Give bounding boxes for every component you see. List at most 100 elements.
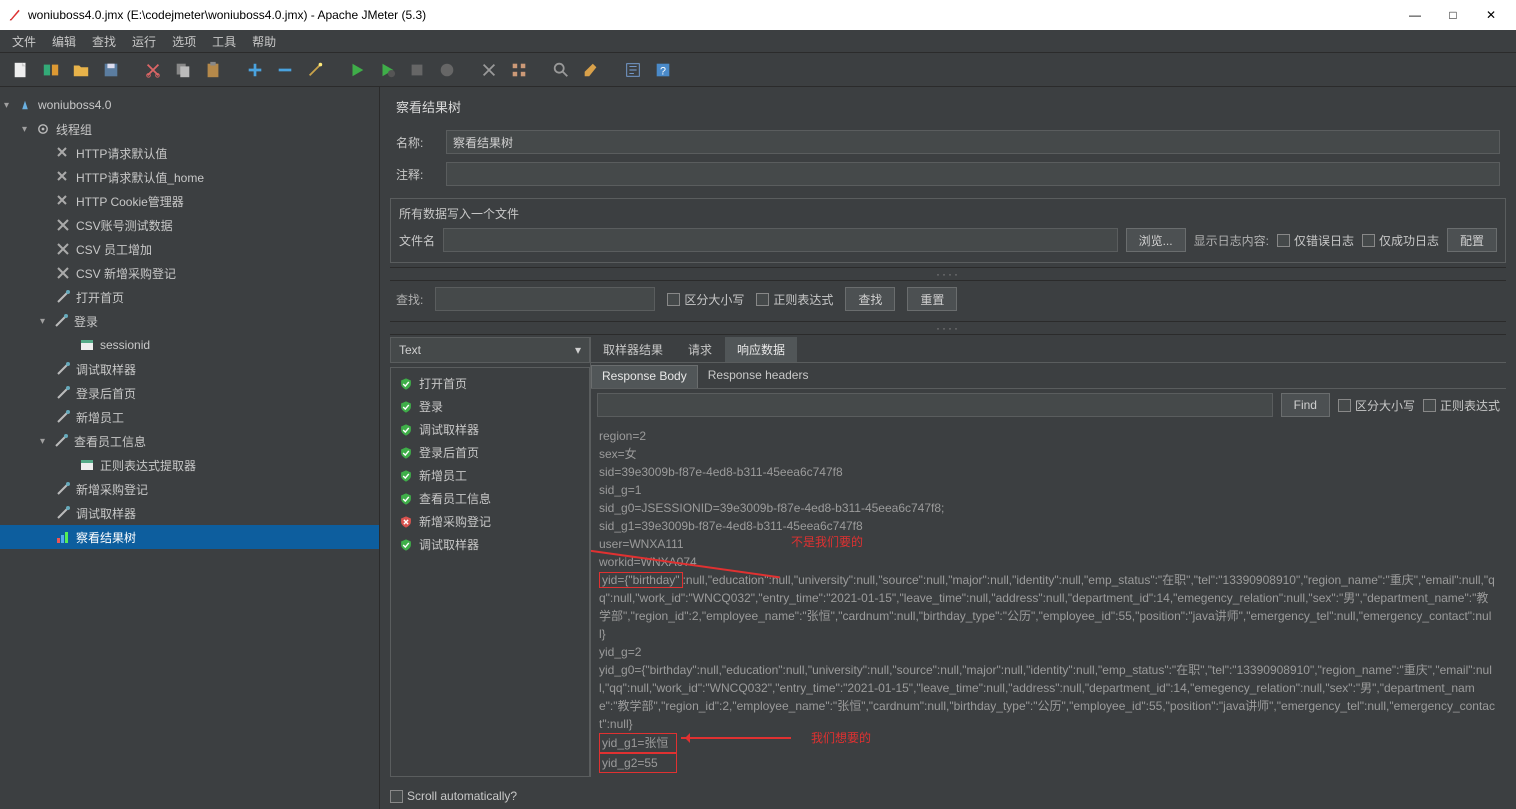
configure-button[interactable]: 配置 xyxy=(1447,228,1497,252)
tree-item[interactable]: 新增采购登记 xyxy=(0,477,379,501)
name-input[interactable] xyxy=(446,130,1500,154)
menu-search[interactable]: 查找 xyxy=(84,31,124,52)
tree-item[interactable]: CSV账号测试数据 xyxy=(0,213,379,237)
find-button[interactable]: Find xyxy=(1281,393,1330,417)
close-button[interactable]: ✕ xyxy=(1484,8,1498,22)
remove-icon[interactable] xyxy=(270,56,300,84)
tree-item[interactable]: 打开首页 xyxy=(0,285,379,309)
add-icon[interactable] xyxy=(240,56,270,84)
filename-label: 文件名 xyxy=(399,232,435,249)
broom-icon[interactable] xyxy=(576,56,606,84)
menu-options[interactable]: 选项 xyxy=(164,31,204,52)
file-output-group: 所有数据写入一个文件 文件名 浏览... 显示日志内容: 仅错误日志 仅成功日志… xyxy=(390,198,1506,263)
tab-sampler-result[interactable]: 取样器结果 xyxy=(591,337,676,362)
file-group-title: 所有数据写入一个文件 xyxy=(399,205,1497,222)
tree-item[interactable]: 调试取样器 xyxy=(0,357,379,381)
open-icon[interactable] xyxy=(66,56,96,84)
wand-icon[interactable] xyxy=(300,56,330,84)
tree-item[interactable]: 新增员工 xyxy=(0,405,379,429)
menu-edit[interactable]: 编辑 xyxy=(44,31,84,52)
cut-icon[interactable] xyxy=(138,56,168,84)
log-display-label: 显示日志内容: xyxy=(1194,232,1269,249)
maximize-button[interactable]: □ xyxy=(1446,8,1460,22)
tab-response-data[interactable]: 响应数据 xyxy=(725,337,798,362)
run-icon[interactable] xyxy=(342,56,372,84)
tree-item[interactable]: HTTP Cookie管理器 xyxy=(0,189,379,213)
tree-sessionid[interactable]: sessionid xyxy=(0,333,379,357)
copy-icon[interactable] xyxy=(168,56,198,84)
shutdown-icon[interactable] xyxy=(432,56,462,84)
collapser-bar[interactable]: ···· xyxy=(390,267,1506,281)
result-item[interactable]: 新增采购登记 xyxy=(391,510,589,533)
tree-thread-group[interactable]: ▾线程组 xyxy=(0,117,379,141)
menu-run[interactable]: 运行 xyxy=(124,31,164,52)
tab-response-body[interactable]: Response Body xyxy=(591,365,698,388)
tree-testplan[interactable]: ▾woniuboss4.0 xyxy=(0,93,379,117)
filename-input[interactable] xyxy=(443,228,1118,252)
collapser-bar[interactable]: ···· xyxy=(390,321,1506,335)
menu-help[interactable]: 帮助 xyxy=(244,31,284,52)
save-icon[interactable] xyxy=(96,56,126,84)
new-icon[interactable] xyxy=(6,56,36,84)
result-tabs-primary: 取样器结果 请求 响应数据 xyxy=(591,337,1506,363)
tree-view-results-tree[interactable]: 察看结果树 xyxy=(0,525,379,549)
comment-input[interactable] xyxy=(446,162,1500,186)
result-item[interactable]: 调试取样器 xyxy=(391,533,589,556)
test-plan-tree[interactable]: ▾woniuboss4.0 ▾线程组 HTTP请求默认值 HTTP请求默认值_h… xyxy=(0,87,380,809)
tab-request[interactable]: 请求 xyxy=(676,337,725,362)
menubar: 文件 编辑 查找 运行 选项 工具 帮助 xyxy=(0,30,1516,53)
result-item[interactable]: 登录 xyxy=(391,395,589,418)
tree-login[interactable]: ▾登录 xyxy=(0,309,379,333)
minimize-button[interactable]: — xyxy=(1408,8,1422,22)
result-item[interactable]: 新增员工 xyxy=(391,464,589,487)
clear-icon[interactable] xyxy=(474,56,504,84)
stop-icon[interactable] xyxy=(402,56,432,84)
menu-file[interactable]: 文件 xyxy=(4,31,44,52)
run-notimers-icon[interactable] xyxy=(372,56,402,84)
templates-icon[interactable] xyxy=(36,56,66,84)
comment-label: 注释: xyxy=(396,166,436,183)
browse-button[interactable]: 浏览... xyxy=(1126,228,1186,252)
function-icon[interactable] xyxy=(618,56,648,84)
only-success-checkbox[interactable]: 仅成功日志 xyxy=(1362,232,1439,249)
search-label: 查找: xyxy=(396,291,423,308)
tree-item[interactable]: CSV 新增采购登记 xyxy=(0,261,379,285)
result-item[interactable]: 查看员工信息 xyxy=(391,487,589,510)
paste-icon[interactable] xyxy=(198,56,228,84)
find-regex-checkbox[interactable]: 正则表达式 xyxy=(1423,397,1500,414)
result-list[interactable]: 打开首页登录调试取样器登录后首页新增员工查看员工信息新增采购登记调试取样器 xyxy=(390,367,590,777)
search-button[interactable]: 查找 xyxy=(845,287,895,311)
chevron-down-icon: ▾ xyxy=(575,343,581,357)
tree-view-emp[interactable]: ▾查看员工信息 xyxy=(0,429,379,453)
response-body-text[interactable]: region=2sex=女sid=39e3009b-f87e-4ed8-b311… xyxy=(591,421,1506,777)
find-case-checkbox[interactable]: 区分大小写 xyxy=(1338,397,1415,414)
panel-title: 察看结果树 xyxy=(380,87,1516,126)
tree-regex-extractor[interactable]: 正则表达式提取器 xyxy=(0,453,379,477)
reset-button[interactable]: 重置 xyxy=(907,287,957,311)
only-error-checkbox[interactable]: 仅错误日志 xyxy=(1277,232,1354,249)
clear-all-icon[interactable] xyxy=(504,56,534,84)
regex-checkbox[interactable]: 正则表达式 xyxy=(756,291,833,308)
menu-tools[interactable]: 工具 xyxy=(204,31,244,52)
result-item[interactable]: 调试取样器 xyxy=(391,418,589,441)
renderer-select[interactable]: Text ▾ xyxy=(390,337,590,363)
tree-item[interactable]: CSV 员工增加 xyxy=(0,237,379,261)
case-checkbox[interactable]: 区分大小写 xyxy=(667,291,744,308)
search-input[interactable] xyxy=(435,287,655,311)
result-tabs-secondary: Response Body Response headers xyxy=(591,363,1506,389)
tree-item[interactable]: 登录后首页 xyxy=(0,381,379,405)
annotation-not-wanted: 不是我们要的 xyxy=(791,533,863,551)
result-item[interactable]: 打开首页 xyxy=(391,372,589,395)
tree-item[interactable]: HTTP请求默认值 xyxy=(0,141,379,165)
find-input[interactable] xyxy=(597,393,1273,417)
window-titlebar: woniuboss4.0.jmx (E:\codejmeter\woniubos… xyxy=(0,0,1516,30)
toolbar: ? xyxy=(0,53,1516,87)
tree-item[interactable]: 调试取样器 xyxy=(0,501,379,525)
search-icon[interactable] xyxy=(546,56,576,84)
tree-item[interactable]: HTTP请求默认值_home xyxy=(0,165,379,189)
result-item[interactable]: 登录后首页 xyxy=(391,441,589,464)
app-icon xyxy=(8,8,22,22)
scroll-auto-checkbox[interactable]: Scroll automatically? xyxy=(390,789,517,803)
help-icon[interactable]: ? xyxy=(648,56,678,84)
tab-response-headers[interactable]: Response headers xyxy=(698,365,819,388)
